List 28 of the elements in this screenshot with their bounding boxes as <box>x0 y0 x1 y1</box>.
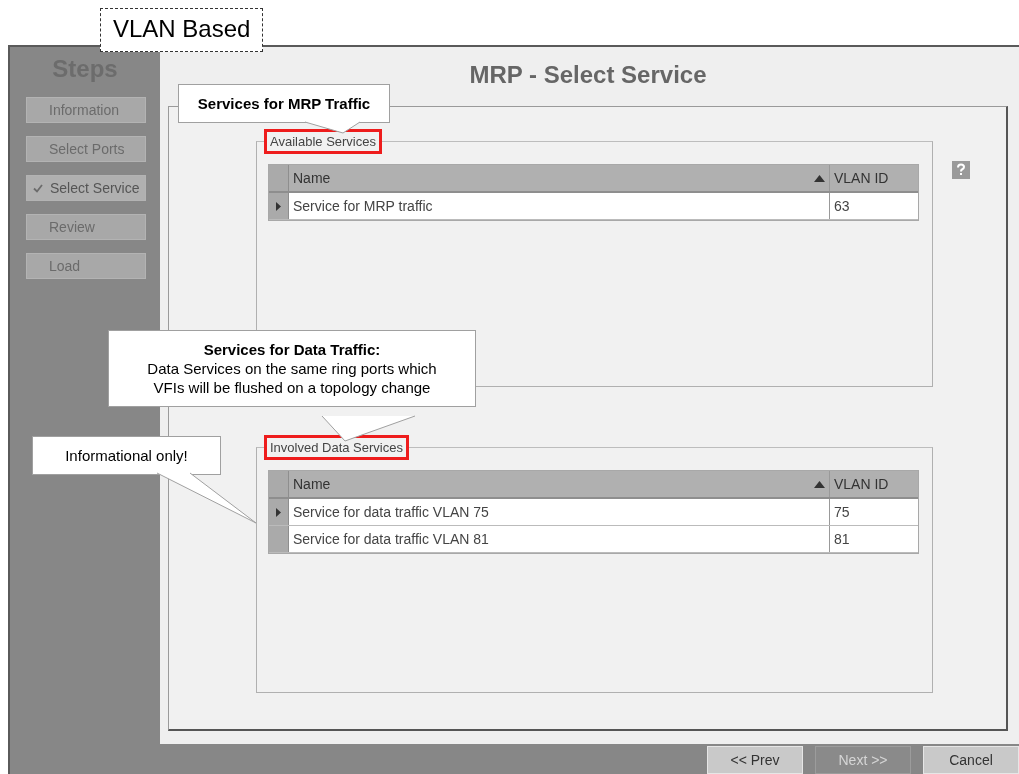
callout-text: VFIs will be flushed on a topology change <box>152 378 432 397</box>
group-title: Available Services <box>264 129 382 154</box>
table-cell-text: Service for MRP traffic <box>292 197 434 216</box>
wizard-button[interactable]: << Prev <box>707 746 803 774</box>
help-icon[interactable] <box>952 161 970 179</box>
group-title: Involved Data Services <box>264 435 409 460</box>
callout-title: Services for MRP Traffic <box>196 94 372 113</box>
step-button[interactable]: Select Service <box>26 175 146 201</box>
table-cell-text: Service for data traffic VLAN 81 <box>292 530 490 549</box>
table-cell: 63 <box>829 193 918 219</box>
row-header[interactable] <box>269 193 289 219</box>
page-title: MRP - Select Service <box>469 61 707 89</box>
table-cell: 75 <box>829 499 918 525</box>
callout-title: Services for Data Traffic: <box>202 340 382 359</box>
current-row-icon <box>276 201 281 211</box>
table-cell-text: Service for data traffic VLAN 75 <box>292 503 490 522</box>
callout-text: Informational only! <box>64 446 189 465</box>
table-cell: 81 <box>829 526 918 552</box>
column-header[interactable]: VLAN ID <box>829 165 918 191</box>
column-header[interactable]: Name <box>289 165 829 191</box>
column-header[interactable]: VLAN ID <box>829 471 918 497</box>
callout-text: Data Services on the same ring ports which <box>146 359 438 378</box>
current-row-icon <box>276 507 281 517</box>
row-header[interactable] <box>269 499 289 525</box>
annotation-label: VLAN Based <box>100 8 264 52</box>
column-header[interactable]: Name <box>289 471 829 497</box>
check-icon <box>33 183 43 193</box>
wizard-button[interactable]: Cancel <box>923 746 1019 774</box>
